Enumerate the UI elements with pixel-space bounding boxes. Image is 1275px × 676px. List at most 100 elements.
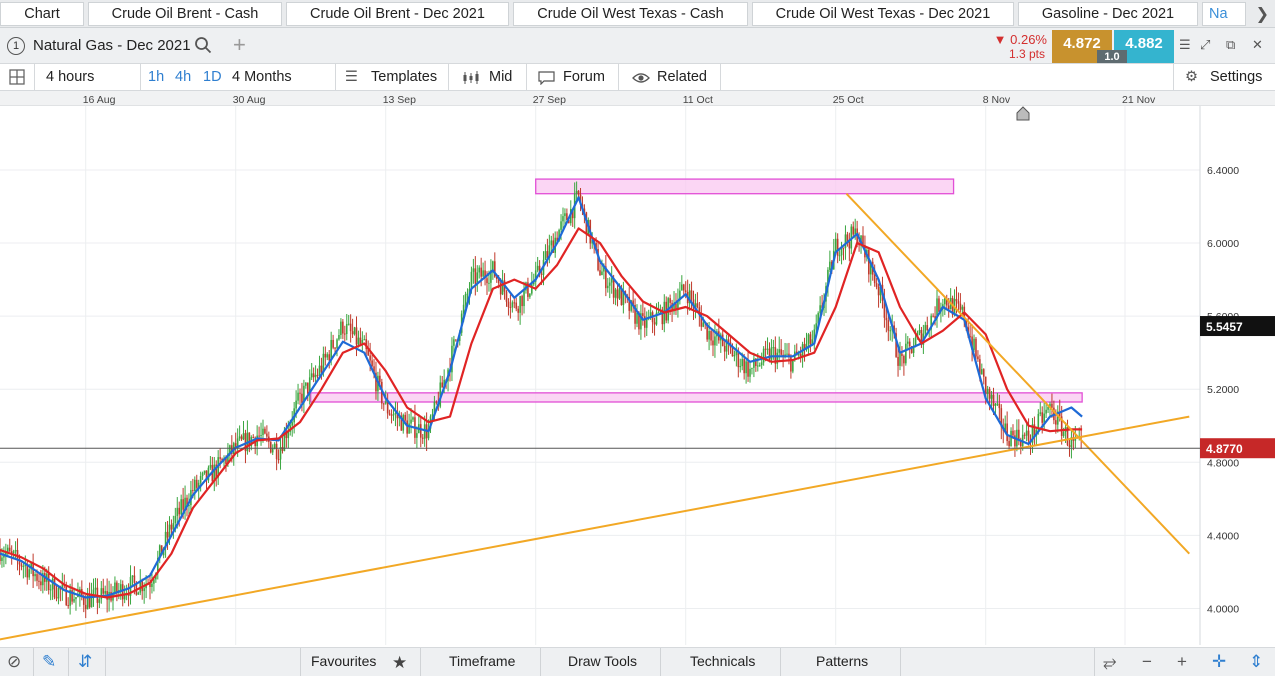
interval-select[interactable]: 4 hours [46,69,94,85]
candle-body [829,261,831,270]
candle-body [369,355,371,361]
favourites-button[interactable]: Favourites [311,653,376,669]
magnet-arrows-icon[interactable]: ⇵ [78,652,92,672]
toolbar-divider [448,64,449,91]
candle-body [277,459,280,461]
candle-body [743,359,745,374]
layout-grid-icon[interactable] [9,69,25,85]
templates-icon[interactable]: ☰ [345,69,358,85]
candle-body [838,255,841,257]
close-icon[interactable]: ✕ [1252,37,1263,53]
eye-icon[interactable] [632,70,650,86]
x-tick-label: 30 Aug [233,94,266,106]
candle-body [384,401,387,404]
search-icon[interactable] [194,36,212,54]
instrument-name[interactable]: Natural Gas - Dec 2021 [33,37,191,54]
price-type-select[interactable]: Mid [489,69,512,85]
candle-body [382,403,385,405]
candle-body [1023,434,1026,436]
interval-1d-button[interactable]: 1D [203,69,222,85]
candle-body [690,290,693,300]
tab-gasoline-dec-2021[interactable]: Gasoline - Dec 2021 [1018,2,1198,26]
zoom-in-icon[interactable]: + [1177,652,1187,672]
support-resistance-zones [310,178,1083,403]
candle-body [606,285,609,289]
tab-chart[interactable]: Chart [0,2,84,26]
candle-body [599,270,601,276]
change-percent: ▼ 0.26% [993,32,1047,47]
chevron-right-icon[interactable]: ❯ [1256,4,1269,24]
candle-body [521,296,523,307]
crosshair-icon[interactable]: ✛ [1212,652,1226,672]
candle-body [731,347,734,357]
candle-body [260,435,262,437]
forum-icon[interactable] [538,71,555,85]
candle-body [575,190,578,194]
x-tick-label: 25 Oct [833,94,864,106]
pencil-icon[interactable]: ✎ [42,652,56,672]
related-button[interactable]: Related [657,69,707,85]
candle-body [682,284,685,291]
candle-body [178,507,181,515]
candle-body [790,355,792,372]
tab-crude-oil-west-texas-cash[interactable]: Crude Oil West Texas - Cash [513,2,748,26]
templates-button[interactable]: Templates [371,69,437,85]
price-change: ▼ 0.26% 1.3 pts [985,30,1049,62]
star-icon[interactable]: ★ [392,653,407,673]
collapse-icon[interactable]: ⤢ [1200,37,1210,53]
x-tick-label: 27 Sep [533,94,566,106]
scale-icon[interactable]: ⇕ [1249,652,1263,672]
zoom-out-icon[interactable]: − [1142,652,1152,672]
tab-crude-oil-west-texas-dec-2021[interactable]: Crude Oil West Texas - Dec 2021 [752,2,1014,26]
settings-button[interactable]: Settings [1210,69,1262,85]
popout-icon[interactable]: ⧉ [1226,37,1235,53]
candle-body [529,293,531,297]
candle-body [318,365,321,376]
candle-body [1027,430,1030,441]
candle-body [792,359,794,372]
candle-body [199,475,202,483]
range-select[interactable]: 4 Months [232,69,292,85]
technicals-button[interactable]: Technicals [690,653,755,669]
candle-body [20,564,23,567]
candle-body [344,333,346,335]
interval-1h-button[interactable]: 1h [148,69,164,85]
add-chart-icon[interactable]: + [233,32,246,58]
interval-4h-button[interactable]: 4h [175,69,191,85]
candle-body [390,414,393,416]
candle-body [758,365,761,367]
candle-body [84,604,87,610]
candle-body [778,349,781,353]
candle-body [51,578,54,590]
candle-body [747,361,749,377]
tab-natural-gas[interactable]: Na [1202,2,1246,26]
candle-body [642,313,644,317]
candle-body [53,578,56,598]
x-tick-label: 11 Oct [683,94,713,106]
patterns-button[interactable]: Patterns [816,653,868,669]
no-entry-icon[interactable]: ⊘ [7,652,21,672]
candle-body [347,323,350,325]
candle-body [480,267,482,277]
tab-crude-oil-brent-dec-2021[interactable]: Crude Oil Brent - Dec 2021 [286,2,509,26]
candle-body [756,365,759,367]
candle-body [258,435,260,437]
candle-body [875,283,878,288]
timeframe-button[interactable]: Timeframe [449,653,515,669]
gear-icon[interactable]: ⚙ [1185,69,1198,85]
candlestick-icon[interactable] [462,71,482,85]
tab-crude-oil-brent-cash[interactable]: Crude Oil Brent - Cash [88,2,282,26]
draw-tools-button[interactable]: Draw Tools [568,653,637,669]
price-chart[interactable]: 16 Aug 30 Aug 13 Sep 27 Sep 11 Oct 25 Oct 8 No… [0,91,1275,647]
forum-button[interactable]: Forum [563,69,605,85]
candle-body [848,242,851,249]
fit-icon[interactable]: ⥂ [1103,652,1117,672]
menu-icon[interactable]: ☰ [1179,37,1191,53]
candle-body [1068,445,1071,447]
instrument-tab-bar: Chart Crude Oil Brent - Cash Crude Oil B… [0,0,1275,28]
candle-body [203,470,206,474]
candle-body [938,298,940,312]
candle-body [73,599,75,602]
candle-body [170,524,173,530]
candle-body [209,464,212,468]
